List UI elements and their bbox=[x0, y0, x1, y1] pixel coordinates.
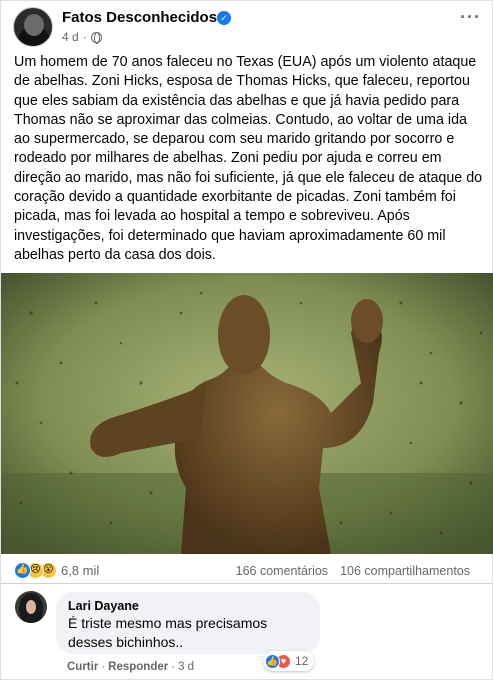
comment-author[interactable]: Lari Dayane bbox=[68, 599, 308, 613]
separator-dot: · bbox=[101, 661, 106, 673]
comment-text-line-1: É triste mesmo mas precisamos bbox=[68, 615, 268, 631]
bee-man-image bbox=[1, 273, 493, 554]
comment-time[interactable]: 3 d bbox=[178, 661, 194, 673]
post-time[interactable]: 4 d bbox=[62, 30, 79, 44]
more-options-icon[interactable]: ··· bbox=[460, 7, 481, 28]
comment-text-line-2: desses bichinhos.. bbox=[68, 634, 184, 650]
like-icon: 👍 bbox=[265, 653, 280, 669]
comment-avatar[interactable] bbox=[15, 591, 47, 623]
post-stats: 👍 😢 😮 6,8 mil 166 comentários 106 compar… bbox=[1, 556, 493, 584]
post-header: Fatos Desconhecidos ✓ 4 d · ··· bbox=[11, 5, 481, 49]
separator-dot: · bbox=[171, 661, 176, 673]
comment-reactions-count: 12 bbox=[295, 654, 309, 668]
post-meta: 4 d · bbox=[62, 30, 102, 44]
post-photo[interactable] bbox=[1, 273, 493, 554]
reactions-count: 6,8 mil bbox=[61, 563, 100, 578]
post-card: Fatos Desconhecidos ✓ 4 d · ··· Um homem… bbox=[0, 0, 493, 680]
comment-like-button[interactable]: Curtir bbox=[67, 661, 98, 673]
verified-badge-icon: ✓ bbox=[217, 11, 231, 25]
post-text: Um homem de 70 anos faleceu no Texas (EU… bbox=[14, 54, 483, 263]
comments-count-link[interactable]: 166 comentários bbox=[236, 564, 328, 578]
separator-dot: · bbox=[82, 30, 87, 44]
comment-reply-button[interactable]: Responder bbox=[108, 661, 168, 673]
page-name-link[interactable]: Fatos Desconhecidos bbox=[62, 9, 217, 26]
page-avatar[interactable] bbox=[13, 7, 53, 47]
comment-bubble: Lari Dayane É triste mesmo mas precisamo… bbox=[56, 592, 320, 654]
comment-reactions[interactable]: 👍 ♥ 12 bbox=[263, 651, 315, 671]
like-icon: 👍 bbox=[14, 562, 31, 579]
reactions-summary[interactable]: 👍 😢 😮 6,8 mil bbox=[14, 562, 99, 579]
shares-count-link[interactable]: 106 compartilhamentos bbox=[340, 564, 470, 578]
comment-actions: Curtir · Responder · 3 d bbox=[67, 661, 194, 673]
globe-icon bbox=[90, 31, 102, 44]
engagement-counts: 166 comentários 106 compartilhamentos bbox=[236, 564, 470, 578]
